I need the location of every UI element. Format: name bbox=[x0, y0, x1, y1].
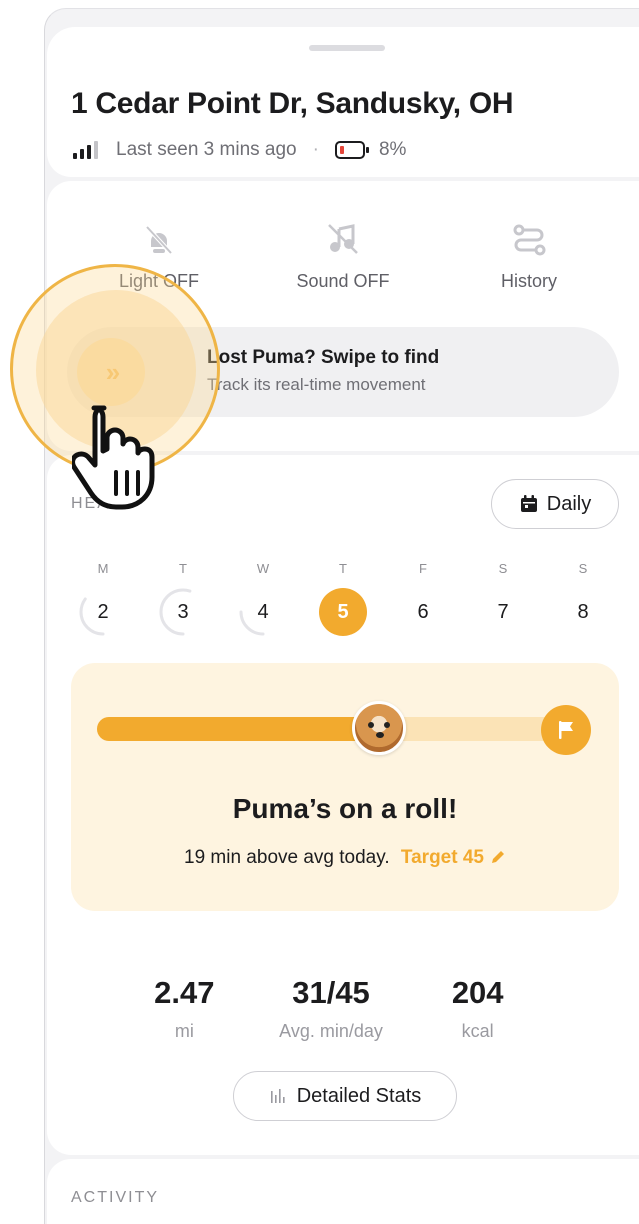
edit-target-link[interactable]: Target 45 bbox=[401, 847, 506, 868]
day-ring: 4 bbox=[239, 588, 287, 636]
light-off-icon bbox=[145, 225, 173, 255]
swipe-subtitle: Track its real-time movement bbox=[207, 375, 426, 394]
weekday-label: M bbox=[97, 561, 109, 576]
weekday-label: S bbox=[578, 561, 588, 576]
goal-flag-icon bbox=[541, 705, 591, 755]
separator-dot: · bbox=[312, 139, 319, 160]
battery-icon bbox=[334, 141, 369, 159]
day-item[interactable]: F6 bbox=[383, 561, 463, 636]
calendar-icon bbox=[520, 495, 537, 512]
history-icon bbox=[513, 224, 546, 256]
controls-card: Light OFF Sound OFF History » Lost Puma?… bbox=[47, 181, 639, 451]
sound-toggle-button[interactable]: Sound OFF bbox=[263, 221, 423, 292]
stat-value: 204 bbox=[451, 975, 504, 1010]
light-toggle-label: Light OFF bbox=[118, 271, 200, 291]
day-item[interactable]: W4 bbox=[223, 561, 303, 636]
swipe-to-find-slider[interactable]: » Lost Puma? Swipe to find Track its rea… bbox=[67, 327, 619, 417]
history-label: History bbox=[500, 271, 557, 291]
goal-summary: 19 min above avg today. bbox=[184, 847, 390, 868]
health-card: HEA Daily M2 T3 W4 T5 F6 S7 S8 Puma’s on… bbox=[47, 455, 639, 1155]
day-ring-today: 5 bbox=[319, 588, 367, 636]
week-day-selector: M2 T3 W4 T5 F6 S7 S8 bbox=[63, 561, 623, 636]
day-progress-arc bbox=[159, 588, 207, 636]
swipe-title: Lost Puma? Swipe to find bbox=[207, 347, 440, 368]
sheet-handle[interactable] bbox=[309, 45, 385, 51]
activity-card: ACTIVITY bbox=[47, 1159, 639, 1224]
stat-avg-minutes: 31/45 Avg. min/day bbox=[258, 975, 405, 1042]
bar-chart-icon bbox=[270, 1089, 285, 1103]
weekday-label: F bbox=[419, 561, 427, 576]
sound-toggle-label: Sound OFF bbox=[296, 271, 390, 291]
day-number: 7 bbox=[497, 600, 509, 623]
target-value: Target 45 bbox=[400, 847, 484, 868]
day-number: 6 bbox=[417, 600, 429, 623]
goal-headline: Puma’s on a roll! bbox=[232, 793, 458, 824]
period-selector-button[interactable]: Daily bbox=[491, 479, 619, 529]
signal-icon bbox=[73, 141, 98, 159]
goal-summary-row: 19 min above avg today. Target 45 bbox=[71, 847, 619, 869]
goal-progress-card: Puma’s on a roll! 19 min above avg today… bbox=[71, 663, 619, 911]
day-ring: 8 bbox=[559, 588, 607, 636]
pet-avatar bbox=[352, 701, 406, 755]
day-progress-ring bbox=[79, 588, 127, 636]
stat-distance: 2.47 mi bbox=[111, 975, 258, 1042]
detailed-stats-label: Detailed Stats bbox=[296, 1084, 422, 1107]
history-button[interactable]: History bbox=[449, 221, 609, 292]
day-ring: 6 bbox=[399, 588, 447, 636]
activity-section-label: ACTIVITY bbox=[71, 1189, 160, 1206]
day-ring: 2 bbox=[79, 588, 127, 636]
day-ring: 7 bbox=[479, 588, 527, 636]
goal-progress-fill bbox=[97, 717, 379, 741]
pencil-icon bbox=[491, 851, 504, 863]
battery-level: 8% bbox=[378, 139, 407, 160]
stat-unit: kcal bbox=[461, 1021, 494, 1041]
goal-progress-track bbox=[97, 701, 567, 755]
detailed-stats-button[interactable]: Detailed Stats bbox=[233, 1071, 457, 1121]
day-number: 8 bbox=[577, 600, 589, 623]
day-progress-arc bbox=[79, 588, 127, 636]
address-title: 1 Cedar Point Dr, Sandusky, OH bbox=[71, 87, 514, 120]
weekday-label: T bbox=[179, 561, 187, 576]
double-chevron-right-icon: » bbox=[105, 356, 121, 387]
stat-unit: Avg. min/day bbox=[279, 1021, 383, 1041]
day-item[interactable]: S7 bbox=[463, 561, 543, 636]
day-number: 5 bbox=[337, 600, 349, 623]
app-screen: 1 Cedar Point Dr, Sandusky, OH Last seen… bbox=[44, 8, 639, 1224]
device-status-row: Last seen 3 mins ago · 8% bbox=[73, 139, 406, 161]
day-progress-ring bbox=[159, 588, 207, 636]
period-selector-label: Daily bbox=[546, 492, 592, 515]
stat-value: 2.47 bbox=[154, 975, 215, 1010]
day-item[interactable]: M2 bbox=[63, 561, 143, 636]
sound-off-icon bbox=[328, 224, 358, 254]
stat-unit: mi bbox=[174, 1021, 194, 1041]
location-card: 1 Cedar Point Dr, Sandusky, OH Last seen… bbox=[47, 27, 639, 177]
stat-calories: 204 kcal bbox=[404, 975, 551, 1042]
day-item[interactable]: T5 bbox=[303, 561, 383, 636]
last-seen-text: Last seen 3 mins ago bbox=[116, 139, 297, 160]
weekday-label: S bbox=[498, 561, 508, 576]
light-toggle-button[interactable]: Light OFF bbox=[79, 221, 239, 292]
day-progress-ring bbox=[239, 588, 287, 636]
stat-value: 31/45 bbox=[292, 975, 370, 1010]
weekday-label: T bbox=[339, 561, 347, 576]
day-item[interactable]: S8 bbox=[543, 561, 623, 636]
swipe-handle[interactable]: » bbox=[77, 338, 145, 406]
day-ring: 3 bbox=[159, 588, 207, 636]
health-section-label: HEA bbox=[71, 495, 110, 512]
day-progress-arc bbox=[239, 588, 287, 636]
day-item[interactable]: T3 bbox=[143, 561, 223, 636]
weekday-label: W bbox=[256, 561, 270, 576]
stats-row: 2.47 mi 31/45 Avg. min/day 204 kcal bbox=[111, 975, 551, 1042]
